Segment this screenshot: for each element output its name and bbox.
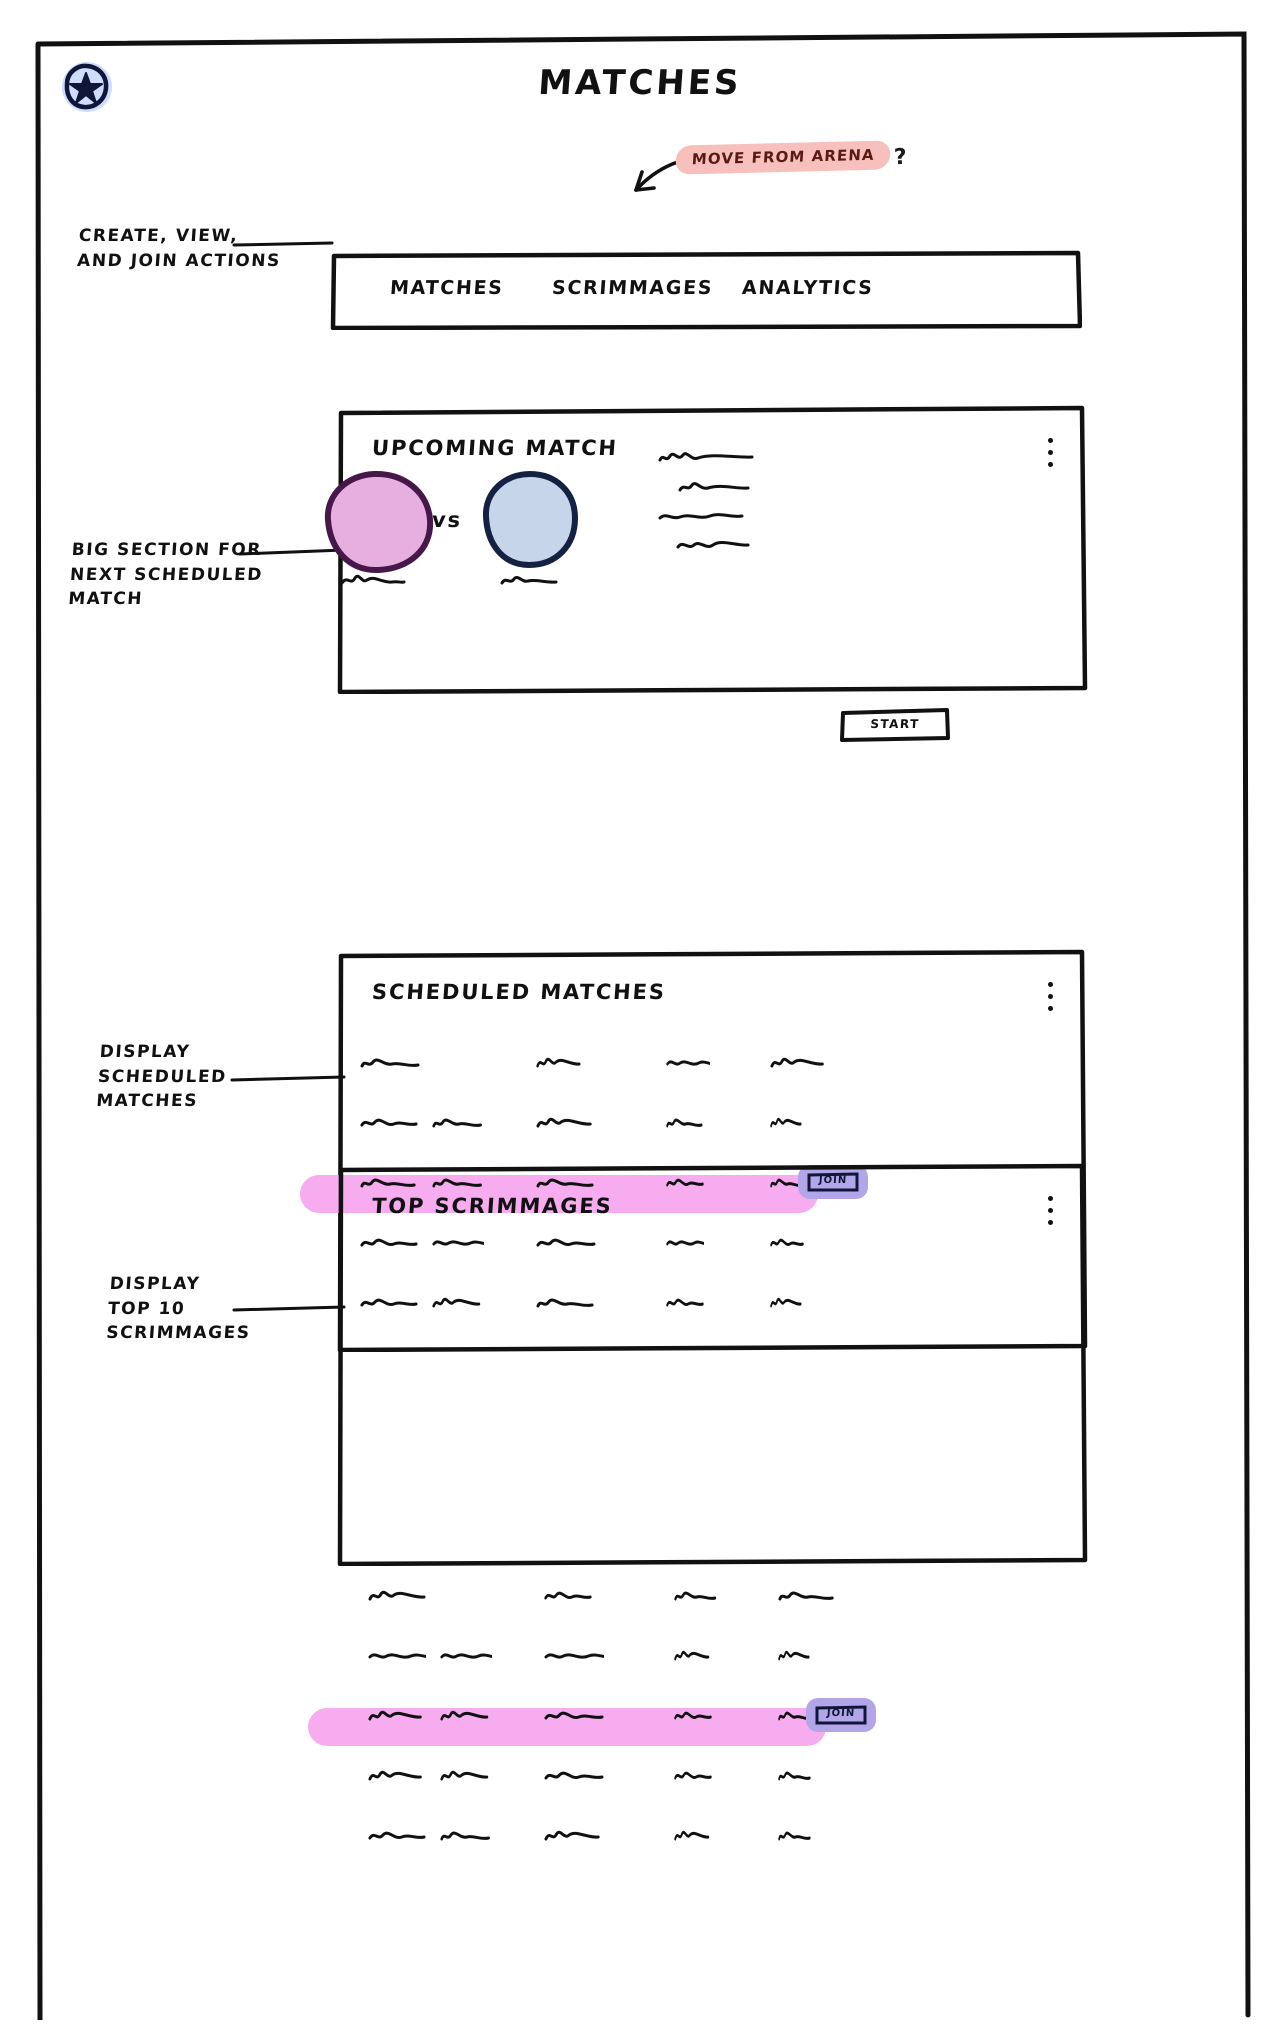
row-cell-placeholder [440,1768,492,1786]
row-cell-placeholder [368,1708,426,1726]
row-header-cell-placeholder [368,1588,430,1606]
kebab-menu-icon[interactable] [1046,438,1054,467]
row-cell-placeholder [778,1648,812,1666]
match-detail-line [676,537,750,553]
row-cell-placeholder [368,1648,426,1666]
row-cell-placeholder [368,1768,426,1786]
team-b-avatar[interactable] [478,468,582,572]
match-detail-line [658,508,744,524]
tab-analytics[interactable]: ANALYTICS [741,277,874,299]
row-cell-placeholder [536,1115,596,1133]
row-cell-placeholder [778,1768,812,1786]
row-cell-placeholder [544,1708,604,1726]
row-cell-placeholder [440,1708,492,1726]
row-cell-placeholder [544,1768,604,1786]
row-cell-placeholder [544,1828,604,1846]
join-button[interactable]: JOIN [806,1698,876,1732]
kebab-menu-icon[interactable] [1046,982,1054,1011]
tab-matches[interactable]: MATCHES [389,277,504,299]
top-scrimmages-card-border [336,1162,1088,1566]
upcoming-match-title: UPCOMING MATCH [371,436,619,460]
annotation-question-mark: ? [894,144,908,170]
nav-tabbar: MATCHES SCRIMMAGES ANALYTICS [330,250,1082,330]
row-header-cell-placeholder [770,1055,828,1073]
row-cell-placeholder [770,1115,804,1133]
team-a-avatar[interactable] [318,468,438,576]
start-button[interactable]: START [840,708,950,742]
top-scrimmages-title: TOP SCRIMMAGES [371,1194,613,1218]
row-header-cell-placeholder [778,1588,836,1606]
row-cell-placeholder [666,1115,704,1133]
team-a-name-placeholder [340,572,406,590]
match-detail-line [658,450,754,466]
scheduled-matches-title: SCHEDULED MATCHES [371,980,667,1004]
row-cell-placeholder [440,1828,492,1846]
row-cell-placeholder [432,1115,484,1133]
row-cell-placeholder [674,1708,712,1726]
annotation-move-from-arena-text: MOVE FROM ARENA [675,140,892,174]
leader-line-nav [232,232,336,258]
row-cell-placeholder [674,1828,712,1846]
row-header-cell-placeholder [536,1055,584,1073]
row-header-cell-placeholder [544,1588,592,1606]
row-cell-placeholder [674,1768,712,1786]
annotation-move-from-arena: MOVE FROM ARENA ? [676,140,907,174]
kebab-menu-icon[interactable] [1046,1196,1054,1225]
row-cell-placeholder [778,1828,812,1846]
team-b-name-placeholder [500,572,558,590]
leader-line-scrimmages [232,1296,348,1322]
versus-label: vs [431,508,463,532]
start-button-label: START [840,717,951,731]
row-cell-placeholder [440,1648,492,1666]
row-cell-placeholder [368,1828,426,1846]
page-title: MATCHES [0,66,1280,100]
row-cell-placeholder [360,1115,418,1133]
row-header-cell-placeholder [666,1055,710,1073]
top-scrimmages-card: TOP SCRIMMAGES [336,1162,1088,1566]
match-detail-line [678,479,750,495]
row-header-cell-placeholder [360,1055,422,1073]
row-cell-placeholder [544,1648,604,1666]
join-button-label: JOIN [806,1708,877,1719]
tab-scrimmages[interactable]: SCRIMMAGES [551,277,714,299]
row-cell-placeholder [674,1648,712,1666]
row-header-cell-placeholder [674,1588,718,1606]
leader-line-scheduled [230,1066,348,1092]
